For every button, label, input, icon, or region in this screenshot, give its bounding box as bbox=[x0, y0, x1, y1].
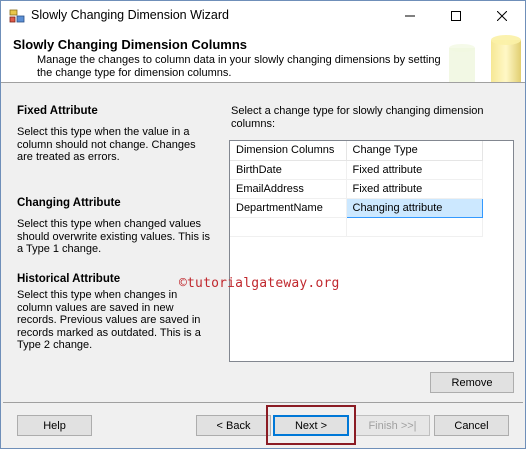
column-header-change-type[interactable]: Change Type bbox=[346, 141, 483, 161]
dimension-column-cell[interactable] bbox=[230, 217, 347, 237]
wizard-app-icon bbox=[9, 8, 25, 24]
back-button[interactable]: < Back bbox=[196, 415, 271, 436]
change-type-grid[interactable]: Dimension Columns Change Type BirthDate … bbox=[229, 140, 514, 362]
change-type-cell[interactable] bbox=[346, 217, 483, 237]
change-type-cell[interactable]: Fixed attribute bbox=[346, 179, 483, 199]
help-fixed-attribute: Fixed Attribute Select this type when th… bbox=[17, 105, 212, 164]
help-text: Select this type when the value in a col… bbox=[17, 126, 196, 163]
help-text: Select this type when changes in column … bbox=[17, 289, 201, 351]
minimize-button[interactable] bbox=[387, 1, 433, 30]
wizard-window: Slowly Changing Dimension Wizard Slowly … bbox=[0, 0, 526, 449]
grid-header-row: Dimension Columns Change Type bbox=[230, 141, 483, 161]
maximize-icon bbox=[451, 8, 461, 24]
close-button[interactable] bbox=[479, 1, 525, 30]
dimension-column-cell[interactable]: DepartmentName bbox=[230, 198, 347, 218]
window-title: Slowly Changing Dimension Wizard bbox=[31, 8, 229, 22]
finish-button: Finish >>| bbox=[355, 415, 430, 436]
cancel-button[interactable]: Cancel bbox=[434, 415, 509, 436]
minimize-icon bbox=[405, 8, 415, 24]
column-header-dimension-columns[interactable]: Dimension Columns bbox=[230, 141, 347, 161]
next-button-highlight-frame bbox=[266, 405, 356, 445]
table-row[interactable]: EmailAddress Fixed attribute bbox=[230, 179, 483, 199]
table-row-empty[interactable] bbox=[230, 217, 483, 237]
database-banner-icon bbox=[441, 30, 525, 82]
watermark: ©tutorialgateway.org bbox=[179, 276, 340, 291]
footer-divider bbox=[3, 402, 523, 403]
dimension-column-cell[interactable]: BirthDate bbox=[230, 160, 347, 180]
maximize-button[interactable] bbox=[433, 1, 479, 30]
close-icon bbox=[496, 8, 508, 24]
change-type-cell-selected[interactable]: Changing attribute bbox=[345, 197, 483, 218]
remove-button[interactable]: Remove bbox=[430, 372, 514, 393]
change-type-cell[interactable]: Fixed attribute bbox=[346, 160, 483, 180]
page-description: Manage the changes to column data in you… bbox=[37, 54, 441, 79]
table-row[interactable]: DepartmentName Changing attribute bbox=[230, 197, 483, 218]
help-button[interactable]: Help bbox=[17, 415, 92, 436]
title-bar[interactable]: Slowly Changing Dimension Wizard bbox=[1, 1, 525, 30]
help-heading: Fixed Attribute bbox=[17, 105, 98, 117]
page-header: Slowly Changing Dimension Columns Manage… bbox=[1, 30, 525, 83]
table-row[interactable]: BirthDate Fixed attribute bbox=[230, 160, 483, 180]
help-text: Select this type when changed values sho… bbox=[17, 218, 210, 255]
page-title: Slowly Changing Dimension Columns bbox=[13, 37, 248, 52]
help-heading: Changing Attribute bbox=[17, 197, 121, 209]
help-changing-attribute: Changing Attribute Select this type when… bbox=[17, 197, 212, 256]
grid-caption: Select a change type for slowly changing… bbox=[231, 105, 484, 130]
dimension-column-cell[interactable]: EmailAddress bbox=[230, 179, 347, 199]
